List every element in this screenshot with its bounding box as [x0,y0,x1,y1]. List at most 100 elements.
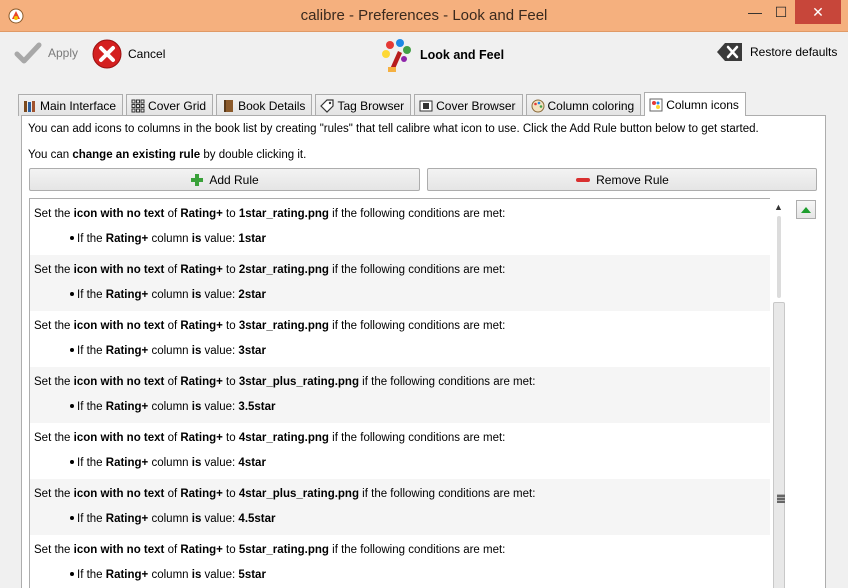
rule-column: Rating+ [180,376,223,388]
title-bar: calibre - Preferences - Look and Feel — … [0,0,848,32]
rule-text: Set the [34,208,74,220]
tab-cover-grid[interactable]: Cover Grid [126,94,214,116]
rule-action-line: Set the icon with no text of Rating+ to … [34,320,505,332]
rule-text: to [222,488,239,500]
arrow-up-icon [801,206,811,213]
apply-button[interactable]: Apply [14,41,78,65]
rule-item[interactable]: Set the icon with no text of Rating+ to … [30,367,788,423]
rule-text: Set the [34,320,74,332]
rule-text: value: [201,513,239,525]
maximize-button[interactable]: ☐ [768,0,794,24]
rule-text: value: [201,457,239,469]
rule-condition-line: If the Rating+ column is value: 3star [70,345,266,357]
move-rule-up-button[interactable] [796,200,816,219]
bullet-icon [70,403,74,408]
rule-text: of [164,320,181,332]
rule-condition-value: 4star [238,457,266,469]
rule-list-scrollbar[interactable]: ▲ ▬ ▬ ▬ [770,198,789,588]
remove-rule-button[interactable]: Remove Rule [427,168,817,191]
restore-defaults-button[interactable]: Restore defaults [716,41,837,63]
rule-text: Set the [34,264,74,276]
book-icon [224,99,234,112]
restore-defaults-label: Restore defaults [750,45,838,59]
rule-action-line: Set the icon with no text of Rating+ to … [34,264,505,276]
rule-icon-file: 3star_rating.png [238,320,329,332]
rule-text: column [148,513,192,525]
look-and-feel-icon [382,39,411,72]
rule-icon-file: 4star_rating.png [238,432,329,444]
rule-text: Set the [34,376,74,388]
section-title-label: Look and Feel [420,48,505,62]
rule-item[interactable]: Set the icon with no text of Rating+ to … [30,479,788,535]
rule-text: to [222,320,239,332]
tab-column-coloring[interactable]: Column coloring [525,94,642,116]
rule-text: if the following conditions are met: [328,264,506,276]
scroll-thumb[interactable]: ▬ ▬ ▬ [773,302,785,588]
bullet-icon [70,459,74,464]
rule-operator: is [191,569,202,581]
close-button[interactable]: ✕ [795,0,841,24]
scroll-track[interactable] [777,216,781,298]
rule-icon-kind: icon with no text [73,432,165,444]
plus-icon [191,173,204,186]
rule-icon-file: 3star_plus_rating.png [238,376,359,388]
tab-main-interface[interactable]: Main Interface [18,94,124,116]
add-rule-button[interactable]: Add Rule [29,168,420,191]
tab-label: Tag Browser [337,98,405,113]
rule-column: Rating+ [180,264,223,276]
rule-text: of [164,264,181,276]
help-bold: change an existing rule [72,149,201,161]
help-text: You can add icons to columns in the book… [28,123,759,135]
rule-icon-file: 2star_rating.png [238,264,329,276]
rule-condition-line: If the Rating+ column is value: 4star [70,457,266,469]
rule-text: of [164,488,181,500]
rule-text: if the following conditions are met: [358,376,536,388]
bullet-icon [70,515,74,520]
help-prefix: You can [28,149,73,161]
rule-condition-line: If the Rating+ column is value: 1star [70,233,266,245]
rule-item[interactable]: Set the icon with no text of Rating+ to … [30,535,788,588]
tab-tag-browser[interactable]: Tag Browser [315,94,412,116]
rule-list[interactable]: Set the icon with no text of Rating+ to … [29,198,789,588]
rule-action-line: Set the icon with no text of Rating+ to … [34,208,505,220]
rule-column: Rating+ [180,320,223,332]
rule-column: Rating+ [180,432,223,444]
rule-text: column [148,457,192,469]
rule-condition-column: Rating+ [105,569,149,581]
rule-item[interactable]: Set the icon with no text of Rating+ to … [30,423,788,479]
tab-label: Book Details [238,98,306,113]
tab-column-icons[interactable]: Column icons [644,92,746,116]
rule-text: of [164,544,181,556]
rule-condition-value: 3.5star [238,401,276,413]
rule-item[interactable]: Set the icon with no text of Rating+ to … [30,311,788,367]
minimize-button[interactable]: — [742,0,768,24]
rule-icon-file: 4star_plus_rating.png [238,488,359,500]
rule-text: column [148,289,192,301]
rule-operator: is [191,233,202,245]
help-text-edit: You can change an existing rule by doubl… [28,149,306,161]
backspace-icon [717,43,742,61]
rule-condition-line: If the Rating+ column is value: 5star [70,569,266,581]
rule-text: value: [201,569,239,581]
rule-text: If the [77,513,106,525]
bullet-icon [70,235,74,240]
rule-icon-kind: icon with no text [73,488,165,500]
rule-condition-value: 4.5star [238,513,276,525]
tab-cover-browser[interactable]: Cover Browser [414,94,523,116]
cover-browser-icon [419,100,433,111]
rule-item[interactable]: Set the icon with no text of Rating+ to … [30,255,788,311]
rule-icon-kind: icon with no text [73,376,165,388]
rule-condition-column: Rating+ [105,401,149,413]
rule-text: Set the [34,432,74,444]
tab-book-details[interactable]: Book Details [216,94,313,116]
remove-rule-label: Remove Rule [596,172,669,187]
rule-action-line: Set the icon with no text of Rating+ to … [34,432,505,444]
cancel-button[interactable]: Cancel [92,39,165,69]
column-icons-icon [649,98,663,111]
rule-text: if the following conditions are met: [328,432,506,444]
rule-column: Rating+ [180,544,223,556]
rule-text: to [222,544,239,556]
toolbar: Apply Cancel Look and Feel Restore defau… [0,32,848,80]
rule-item[interactable]: Set the icon with no text of Rating+ to … [30,199,788,255]
scroll-up-arrow-icon[interactable]: ▲ [774,202,783,212]
